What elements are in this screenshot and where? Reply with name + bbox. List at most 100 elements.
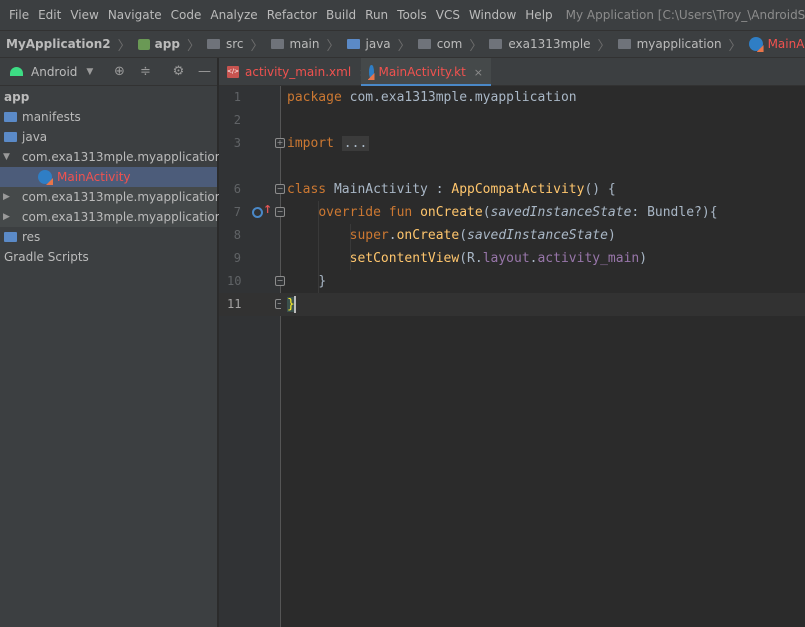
menu-window[interactable]: Window — [469, 8, 516, 22]
tree-item[interactable]: manifests — [0, 107, 217, 127]
code-line: override fun onCreate(savedInstanceState… — [318, 205, 718, 220]
menu-edit[interactable]: Edit — [38, 8, 61, 22]
text-cursor — [294, 296, 296, 313]
menu-file[interactable]: File — [9, 8, 29, 22]
expand-arrow-icon[interactable]: ▼ — [3, 152, 10, 162]
project-view-selector[interactable]: Android — [31, 65, 77, 79]
chevron-right-icon: 〉 — [117, 38, 131, 54]
tree-item-label: com.exa1313mple.myapplication — [21, 210, 223, 224]
tree-item[interactable]: ▼ com.exa1313mple.myapplication — [0, 147, 222, 167]
menu-build[interactable]: Build — [326, 8, 356, 22]
tree-item[interactable]: MainActivity — [0, 167, 217, 187]
close-icon[interactable]: × — [474, 66, 483, 79]
code-line: super.onCreate(savedInstanceState) — [349, 228, 616, 243]
line-number-current: 11 — [227, 297, 242, 311]
tab-label: MainActivity.kt — [378, 65, 466, 79]
menu-analyze[interactable]: Analyze — [210, 8, 257, 22]
tab-mainactivity-kt[interactable]: MainActivity.kt × — [361, 58, 491, 87]
collapse-arrow-icon[interactable]: ▶ — [3, 212, 10, 222]
locate-crosshair-icon[interactable]: ⊕ — [113, 65, 126, 78]
chevron-right-icon: 〉 — [469, 38, 483, 54]
breadcrumb-item-app[interactable]: app — [137, 37, 180, 51]
tree-item-label: com.exa1313mple.myapplication — [21, 150, 223, 164]
minimize-icon[interactable]: — — [198, 65, 211, 78]
tree-item-label: java — [22, 130, 48, 144]
menu-navigate[interactable]: Navigate — [108, 8, 162, 22]
tree-item[interactable]: app — [0, 87, 217, 107]
breadcrumb-label: src — [225, 37, 244, 51]
breadcrumb-label: main — [289, 37, 320, 51]
breadcrumb-item-java[interactable]: java — [346, 37, 391, 51]
breadcrumb-label: exa1313mple — [508, 37, 591, 51]
code-line: setContentView(R.layout.activity_main) — [349, 251, 648, 266]
line-number: 6 — [233, 182, 241, 196]
editor-tab-bar: </> activity_main.xml × MainActivity.kt … — [219, 58, 805, 87]
menu-tools[interactable]: Tools — [397, 8, 427, 22]
menu-help[interactable]: Help — [525, 8, 552, 22]
code-editor[interactable]: 1 2 3 + 6− 7 ↑ − 8 9 10− 11− package com.ex… — [219, 86, 805, 627]
folder-icon — [4, 132, 17, 142]
breadcrumb-item-src[interactable]: src — [206, 37, 244, 51]
tab-activity-main-xml[interactable]: </> activity_main.xml × — [219, 58, 368, 86]
breadcrumb-label: MainActivity — [767, 37, 805, 51]
line-number: 10 — [227, 274, 242, 288]
override-marker-icon[interactable] — [252, 207, 263, 218]
gear-icon[interactable]: ⚙ — [172, 65, 185, 78]
tree-item[interactable]: ▶ com.exa1313mple.myapplication — [0, 207, 222, 227]
folded-imports[interactable]: ... — [341, 136, 370, 151]
module-icon — [137, 38, 150, 50]
tree-item[interactable]: ▶ com.exa1313mple.myapplication — [0, 187, 222, 207]
chevron-right-icon: 〉 — [250, 38, 264, 54]
breadcrumb-label: com — [436, 37, 463, 51]
kotlin-class-icon — [748, 37, 763, 51]
menu-vcs[interactable]: VCS — [436, 8, 460, 22]
collapse-all-icon[interactable]: ≑ — [139, 65, 152, 78]
breadcrumb-item-myapplication[interactable]: myapplication — [617, 37, 722, 51]
tree-item-label: res — [22, 230, 41, 244]
code-line: } — [318, 274, 327, 289]
chevron-right-icon: 〉 — [326, 38, 340, 54]
breadcrumb-item-project[interactable]: MyApplication2 — [6, 37, 111, 51]
folder-icon — [4, 112, 17, 122]
menu-run[interactable]: Run — [365, 8, 388, 22]
tree-item[interactable]: java — [0, 127, 217, 147]
code-line: package com.exa1313mple.myapplication — [287, 90, 577, 105]
window-title: My Application [C:\Users\Troy_\AndroidSt… — [565, 8, 805, 22]
line-number: 2 — [233, 113, 241, 127]
code-line-current: } — [281, 293, 805, 316]
breadcrumb-label: app — [154, 37, 180, 51]
line-number: 1 — [233, 90, 241, 104]
chevron-right-icon: 〉 — [397, 38, 411, 54]
line-number: 8 — [233, 228, 241, 242]
breadcrumb-item-main[interactable]: main — [270, 37, 320, 51]
chevron-down-icon[interactable]: ▼ — [86, 67, 93, 77]
collapse-arrow-icon[interactable]: ▶ — [3, 192, 10, 202]
package-icon — [617, 39, 631, 49]
kotlin-class-icon — [38, 170, 52, 184]
xml-file-icon: </> — [227, 66, 239, 78]
tab-label: activity_main.xml — [245, 65, 352, 79]
project-panel-header: Android ▼ ⊕ ≑ ⚙ — — [0, 58, 217, 86]
breadcrumb-label: MyApplication2 — [6, 37, 111, 51]
line-number: 7 — [233, 205, 241, 219]
chevron-right-icon: 〉 — [186, 38, 200, 54]
tree-item-label: MainActivity — [57, 170, 131, 184]
menu-view[interactable]: View — [70, 8, 98, 22]
breadcrumb: MyApplication2 〉 app 〉 src 〉 main 〉 java… — [0, 30, 805, 58]
tree-item[interactable]: Gradle Scripts — [0, 247, 217, 267]
breadcrumb-item-exa1313mple[interactable]: exa1313mple — [489, 37, 591, 51]
breadcrumb-item-com[interactable]: com — [417, 37, 463, 51]
menu-code[interactable]: Code — [171, 8, 202, 22]
code-line: class MainActivity : AppCompatActivity()… — [287, 182, 616, 197]
menu-refactor[interactable]: Refactor — [267, 8, 317, 22]
chevron-right-icon: 〉 — [728, 38, 742, 54]
folder-icon — [346, 39, 360, 49]
android-icon — [10, 67, 23, 76]
breadcrumb-label: myapplication — [636, 37, 722, 51]
folder-icon — [270, 39, 284, 49]
code-line: import ... — [287, 136, 370, 151]
editor-gutter: 1 2 3 + 6− 7 ↑ − 8 9 10− 11− — [219, 86, 285, 627]
breadcrumb-item-mainactivity[interactable]: MainActivity — [748, 37, 805, 51]
chevron-right-icon: 〉 — [597, 38, 611, 54]
tree-item[interactable]: res — [0, 227, 217, 247]
